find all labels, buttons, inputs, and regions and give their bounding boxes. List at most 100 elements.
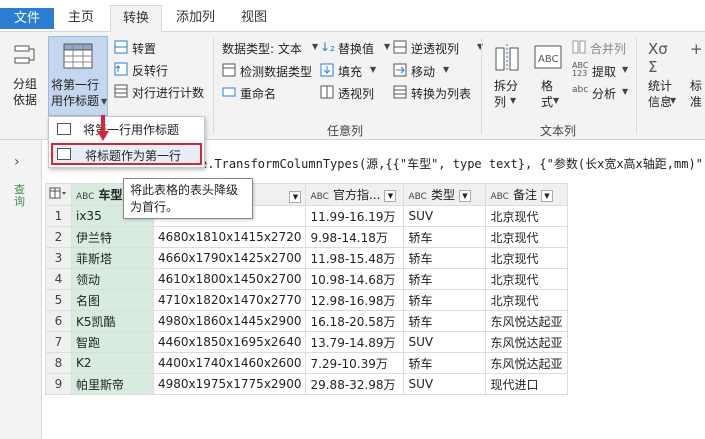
table-cell[interactable]: 轿车 <box>403 226 487 248</box>
standard-label: 标 准 <box>690 79 703 109</box>
table-header-icon <box>57 123 71 135</box>
table-cell[interactable]: 领动 <box>71 268 154 290</box>
row-number[interactable]: 6 <box>45 310 72 332</box>
table-cell[interactable]: 16.18-20.58万 <box>305 310 405 332</box>
table-cell[interactable]: 4460x1850x1695x2640 <box>152 331 307 353</box>
table-cell[interactable]: 4980x1975x1775x2900 <box>152 373 307 395</box>
table-cell[interactable]: 北京现代 <box>485 247 569 269</box>
table-cell[interactable]: 轿车 <box>403 247 487 269</box>
row-number[interactable]: 3 <box>45 247 72 269</box>
menu-item-use-first-row-as-headers[interactable]: 将第一行用作标题 <box>51 119 202 141</box>
table-cell[interactable]: SUV <box>403 331 487 353</box>
table-cell[interactable]: 4710x1820x1470x2770 <box>152 289 307 311</box>
table-cell[interactable]: 4400x1740x1460x2600 <box>152 352 307 374</box>
table-row: 7 智跑 4460x1850x1695x2640 13.79-14.89万 SUV 东风悦… <box>45 331 569 353</box>
filter-button[interactable]: ▼ <box>540 189 553 202</box>
row-number[interactable]: 9 <box>45 373 72 395</box>
count-rows-label: 对行进行计数 <box>132 86 205 100</box>
table-cell[interactable]: 东风悦达起亚 <box>485 331 569 353</box>
expand-chevron-icon[interactable]: › <box>14 154 20 170</box>
unpivot-icon <box>393 40 407 54</box>
table-cell[interactable]: 9.98-14.18万 <box>305 226 405 248</box>
table-cell[interactable]: 13.79-14.89万 <box>305 331 405 353</box>
tab-add-column[interactable]: 添加列 <box>164 5 227 32</box>
row-number[interactable]: 7 <box>45 331 72 353</box>
menu-item-label: 将标题作为第一行 <box>85 149 182 163</box>
column-header-notes[interactable]: ABC 备注 ▼ <box>485 183 569 206</box>
ribbon-separator <box>481 38 482 134</box>
table-cell[interactable]: SUV <box>403 205 487 227</box>
table-cell[interactable]: 北京现代 <box>485 268 569 290</box>
table-cell[interactable]: 7.29-10.39万 <box>305 352 405 374</box>
abc-123-icon: ABC 123 <box>572 61 589 78</box>
split-column-button[interactable]: 拆分 列 ▼ <box>490 38 524 118</box>
table-cell[interactable]: 名图 <box>71 289 154 311</box>
table-cell[interactable]: 伊兰特 <box>71 226 154 248</box>
table-cell[interactable]: 11.99-16.19万 <box>305 205 405 227</box>
format-button[interactable]: ABC 格 式 ▼ <box>531 38 565 118</box>
table-row: 8 K2 4400x1740x1460x2600 7.29-10.39万 轿车 东风悦达起… <box>45 352 569 374</box>
table-cell[interactable]: 10.98-14.68万 <box>305 268 405 290</box>
chevron-down-icon: ▼ <box>312 42 319 51</box>
table-cell[interactable]: K5凯酷 <box>71 310 154 332</box>
table-cell[interactable]: 轿车 <box>403 289 487 311</box>
table-menu-button[interactable] <box>45 183 72 206</box>
table-cell[interactable]: 12.98-16.98万 <box>305 289 405 311</box>
tab-transform[interactable]: 转换 <box>110 5 163 32</box>
table-cell[interactable]: SUV <box>403 373 487 395</box>
queries-label[interactable]: 查询 <box>14 184 28 208</box>
menu-item-use-headers-as-first-row[interactable]: 将标题作为第一行 <box>51 143 202 165</box>
formula-bar[interactable]: e.TransformColumnTypes(源,{{"车型", type te… <box>200 152 705 176</box>
table-cell[interactable]: K2 <box>71 352 154 374</box>
standard-button[interactable]: + 标 准 <box>690 38 705 118</box>
row-number[interactable]: 2 <box>45 226 72 248</box>
table-cell[interactable]: 现代进口 <box>485 373 569 395</box>
group-by-button[interactable]: 分组 依据 <box>8 38 42 118</box>
column-header-type[interactable]: ABC 类型 ▼ <box>403 183 487 206</box>
table-cell[interactable]: 4980x1860x1445x2900 <box>152 310 307 332</box>
filter-button[interactable]: ▼ <box>289 190 302 203</box>
row-number[interactable]: 5 <box>45 289 72 311</box>
table-cell[interactable]: 轿车 <box>403 268 487 290</box>
table-cell[interactable]: 帕里斯帝 <box>71 373 154 395</box>
table-cell[interactable]: 4680x1810x1415x2720 <box>152 226 307 248</box>
row-number[interactable]: 4 <box>45 268 72 290</box>
reverse-rows-icon <box>114 62 128 76</box>
tab-view[interactable]: 视图 <box>229 5 279 32</box>
table-cell[interactable]: 北京现代 <box>485 205 569 227</box>
any-column-group-label: 任意列 <box>327 124 364 138</box>
table-cell[interactable]: 北京现代 <box>485 289 569 311</box>
column-header-price[interactable]: ABC 官方指... ▼ <box>305 183 405 206</box>
table-cell[interactable]: 东风悦达起亚 <box>485 352 569 374</box>
tab-file[interactable]: 文件 <box>0 8 55 29</box>
statistics-label: 统计 信息 <box>648 79 673 109</box>
use-first-row-button[interactable]: 将第一行 用作标题 ▼ <box>48 36 108 116</box>
fill-down-icon <box>320 63 334 77</box>
table-cell[interactable]: 4660x1790x1425x2700 <box>152 247 307 269</box>
filter-button[interactable]: ▼ <box>384 189 397 202</box>
table-row: 9 帕里斯帝 4980x1975x1775x2900 29.88-32.98万 SUV 现… <box>45 373 569 395</box>
table-cell[interactable]: 东风悦达起亚 <box>485 310 569 332</box>
row-number[interactable]: 1 <box>45 205 72 227</box>
table-cell[interactable]: 智跑 <box>71 331 154 353</box>
replace-values-icon: ↓₂ <box>320 40 335 54</box>
table-row: 2 伊兰特 4680x1810x1415x2720 9.98-14.18万 轿车 北京现代 <box>45 226 569 248</box>
table-header-icon <box>57 148 71 160</box>
table-cell[interactable]: 11.98-15.48万 <box>305 247 405 269</box>
format-abc-icon: ABC <box>534 45 562 69</box>
chevron-down-icon: ▼ <box>622 87 629 96</box>
move-label: 移动 <box>411 65 436 79</box>
table-cell[interactable]: 29.88-32.98万 <box>305 373 405 395</box>
filter-button[interactable]: ▼ <box>458 189 471 202</box>
table-row: 5 名图 4710x1820x1470x2770 12.98-16.98万 轿车 北京现代 <box>45 289 569 311</box>
table-cell[interactable]: 菲斯塔 <box>71 247 154 269</box>
table-cell[interactable]: 轿车 <box>403 310 487 332</box>
table-cell[interactable]: 4610x1800x1450x2700 <box>152 268 307 290</box>
row-number[interactable]: 8 <box>45 352 72 374</box>
table-cell[interactable]: 北京现代 <box>485 226 569 248</box>
chevron-down-icon: ▼ <box>622 65 629 74</box>
tab-home[interactable]: 主页 <box>56 5 106 32</box>
statistics-button[interactable]: Χσ Σ 统计 信息 ▼ <box>644 38 680 118</box>
table-cell[interactable]: 轿车 <box>403 352 487 374</box>
chevron-down-icon: ▼ <box>370 65 377 74</box>
